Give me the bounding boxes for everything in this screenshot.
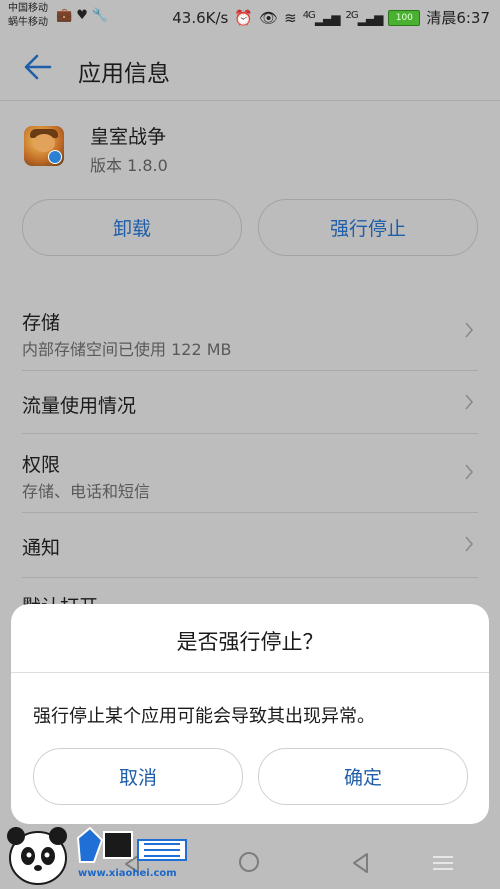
list-item-data-usage[interactable]: 流量使用情况	[0, 371, 500, 433]
list-item-permissions[interactable]: 权限 存储、电话和短信	[0, 434, 500, 512]
signal-icon-2: 2G▂▄▆	[345, 9, 384, 26]
list-item-sub: 存储、电话和短信	[22, 482, 151, 501]
wrench-icon: 🔧	[91, 8, 109, 23]
carrier-2: 蜗牛移动	[8, 17, 48, 28]
page-title: 应用信息	[78, 61, 170, 87]
app-bar: 应用信息	[0, 34, 500, 100]
clock: 清晨6:37	[426, 9, 490, 27]
nav-home-icon[interactable]	[239, 852, 259, 872]
alarm-icon: ⏰	[234, 8, 254, 27]
carrier-labels: 中国移动 蜗牛移动	[8, 2, 48, 30]
app-icon	[24, 126, 64, 166]
briefcase-icon: 💼	[56, 8, 73, 23]
chevron-right-icon	[465, 322, 474, 338]
signal-icon-1: 4G▂▄▆	[302, 9, 341, 26]
app-name: 皇室战争	[90, 126, 167, 148]
dialog-message: 强行停止某个应用可能会导致其出现异常。	[33, 706, 375, 727]
list-item-label: 通知	[22, 537, 61, 559]
notification-icons: 💼 ♥ 🔧	[56, 8, 108, 23]
network-speed: 43.6K/s	[172, 8, 229, 27]
watermark-url: www.xiaohei.com	[78, 868, 177, 879]
carrier-1: 中国移动	[8, 3, 48, 14]
status-bar: 中国移动 蜗牛移动 💼 ♥ 🔧 43.6K/s ⏰ 👁 ≋ 4G▂▄▆ 2G▂▄…	[0, 0, 500, 34]
list-item-label: 权限	[22, 454, 61, 476]
force-stop-button[interactable]: 强行停止	[258, 199, 478, 256]
list-item-label: 存储	[22, 312, 61, 334]
chevron-right-icon	[465, 394, 474, 410]
divider	[0, 100, 500, 101]
list-item-notifications[interactable]: 通知	[0, 513, 500, 577]
wifi-icon: ≋	[284, 8, 297, 27]
battery-icon: 100	[388, 9, 421, 26]
chevron-right-icon	[465, 536, 474, 552]
status-right: 43.6K/s ⏰ 👁 ≋ 4G▂▄▆ 2G▂▄▆ 100 清晨6:37	[172, 7, 490, 28]
nav-menu-icon[interactable]	[430, 854, 456, 872]
force-stop-dialog: 是否强行停止？ 强行停止某个应用可能会导致其出现异常。 取消 确定	[11, 604, 489, 824]
list-item-sub: 内部存储空间已使用 122 MB	[22, 340, 232, 359]
list-item-label: 流量使用情况	[22, 395, 137, 417]
eye-icon: 👁	[259, 8, 279, 27]
cancel-button[interactable]: 取消	[33, 748, 243, 805]
chevron-right-icon	[465, 464, 474, 480]
confirm-button[interactable]: 确定	[258, 748, 468, 805]
heart-pulse-icon: ♥	[76, 8, 88, 23]
app-version: 版本 1.8.0	[90, 156, 168, 175]
nav-back-triangle-icon[interactable]	[350, 852, 370, 874]
uninstall-button[interactable]: 卸载	[22, 199, 242, 256]
divider	[11, 672, 489, 673]
back-arrow-icon[interactable]	[22, 52, 54, 82]
dialog-title: 是否强行停止？	[176, 630, 324, 654]
list-item-storage[interactable]: 存储 内部存储空间已使用 122 MB	[0, 296, 500, 370]
